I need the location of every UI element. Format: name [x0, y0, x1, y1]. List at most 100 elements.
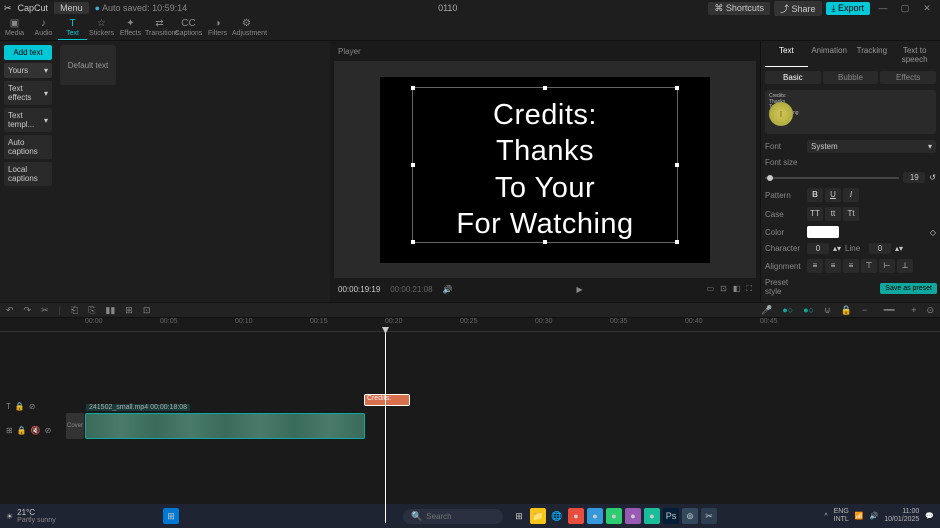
underline-button[interactable]: U — [825, 188, 841, 202]
player-canvas[interactable]: Credits: Thanks To Your For Watching — [334, 61, 756, 278]
share-button[interactable]: ⤴ Share — [774, 1, 822, 16]
split-button[interactable]: ✂ — [41, 305, 49, 316]
mic-icon[interactable]: 🎤 — [761, 305, 772, 316]
zoom-button[interactable]: ⊞ — [125, 305, 133, 316]
playhead[interactable] — [385, 332, 386, 523]
app-icon[interactable]: ● — [644, 508, 660, 524]
magnet-icon[interactable]: ⊍ — [824, 305, 831, 316]
side-yours[interactable]: Yours▾ — [4, 63, 52, 78]
wifi-icon[interactable]: 📶 — [855, 512, 864, 520]
tab-transitions[interactable]: ⇄Transitions — [145, 16, 174, 40]
add-text-button[interactable]: Add text — [4, 45, 52, 60]
align-right-button[interactable]: ≡ — [843, 259, 859, 273]
rp-tab-text[interactable]: Text — [765, 43, 808, 67]
tab-media[interactable]: ▣Media — [0, 16, 29, 40]
fit-button[interactable]: ⊙ — [926, 305, 934, 316]
toggle1-icon[interactable]: ●○ — [782, 305, 793, 315]
shortcuts-button[interactable]: ⌘ Shortcuts — [708, 2, 770, 15]
timeline-ruler[interactable]: 00:00 00:05 00:10 00:15 00:20 00:25 00:3… — [0, 318, 940, 332]
app-icon[interactable]: ● — [606, 508, 622, 524]
save-preset-button[interactable]: Save as preset — [880, 283, 937, 294]
zoom-in-button[interactable]: + — [911, 305, 916, 315]
stepper-icon[interactable]: ▴▾ — [895, 244, 903, 253]
explorer-icon[interactable]: 📁 — [530, 508, 546, 524]
lock-icon[interactable]: 🔒 — [15, 402, 25, 411]
crop-icon[interactable]: ⊡ — [720, 284, 727, 294]
side-auto-captions[interactable]: Auto captions — [4, 135, 52, 159]
case-title-button[interactable]: Tt — [843, 207, 859, 221]
export-button[interactable]: ⤓ Export — [826, 2, 871, 15]
side-text-effects[interactable]: Text effects▾ — [4, 81, 52, 105]
zoom-out-button[interactable]: − — [862, 305, 867, 315]
align-bottom-button[interactable]: ⊥ — [897, 259, 913, 273]
side-local-captions[interactable]: Local captions — [4, 162, 52, 186]
tab-adjustment[interactable]: ⚙Adjustment — [232, 16, 261, 40]
default-text-tile[interactable]: Default text — [60, 45, 116, 85]
case-lower-button[interactable]: tt — [825, 207, 841, 221]
tab-filters[interactable]: ◑Filters — [203, 16, 232, 40]
tray-chevron-icon[interactable]: ^ — [824, 513, 827, 520]
align-left-button[interactable]: ≡ — [807, 259, 823, 273]
tab-effects[interactable]: ✦Effects — [116, 16, 145, 40]
taskview-icon[interactable]: ⊞ — [511, 508, 527, 524]
timeline[interactable]: 00:00 00:05 00:10 00:15 00:20 00:25 00:3… — [0, 318, 940, 523]
cover-button[interactable]: Cover — [66, 413, 84, 439]
text-preview[interactable]: Credits:Thanks To YourFor Watching I — [765, 90, 936, 134]
undo-button[interactable]: ↶ — [6, 305, 14, 316]
start-button[interactable]: ⊞ — [163, 508, 179, 524]
notifications-icon[interactable]: 💬 — [925, 512, 934, 520]
tab-text[interactable]: TText — [58, 16, 87, 40]
toggle2-icon[interactable]: ●○ — [803, 305, 814, 315]
rp-tab-tts[interactable]: Text to speech — [893, 43, 936, 67]
font-size-slider[interactable] — [765, 177, 899, 179]
next-frame-button[interactable]: ⎘ — [88, 305, 95, 316]
tab-stickers[interactable]: ☆Stickers — [87, 16, 116, 40]
close-button[interactable]: ✕ — [918, 3, 936, 14]
align-top-button[interactable]: ⊤ — [861, 259, 877, 273]
tab-audio[interactable]: ♪Audio — [29, 16, 58, 40]
align-middle-button[interactable]: ⊢ — [879, 259, 895, 273]
video-clip[interactable]: 241502_small.mp4 00:00:18:08 — [85, 413, 365, 439]
rp-sub-bubble[interactable]: Bubble — [823, 71, 879, 84]
bold-button[interactable]: B — [807, 188, 823, 202]
ratio-icon[interactable]: ▭ — [707, 284, 715, 294]
minimize-button[interactable]: — — [874, 3, 892, 13]
redo-button[interactable]: ↷ — [24, 305, 32, 316]
volume-icon[interactable]: 🔊 — [870, 512, 879, 520]
compare-icon[interactable]: ◧ — [733, 284, 741, 294]
delete-button[interactable]: ⊡ — [143, 305, 151, 316]
obs-icon[interactable]: ⊚ — [682, 508, 698, 524]
case-upper-button[interactable]: TT — [807, 207, 823, 221]
volume-icon[interactable]: 🔊 — [443, 285, 453, 294]
play-button[interactable]: ▶ — [576, 285, 582, 294]
menu-button[interactable]: Menu — [54, 2, 89, 14]
font-size-value[interactable]: 19 — [903, 172, 925, 183]
prev-frame-button[interactable]: ⎗ — [71, 305, 78, 316]
weather-widget[interactable]: ☀ 21°CPartly sunny — [6, 508, 56, 524]
font-select[interactable]: System▾ — [807, 140, 936, 153]
line-value[interactable]: 0 — [869, 243, 891, 254]
character-value[interactable]: 0 — [807, 243, 829, 254]
lock-icon[interactable]: 🔒 — [841, 305, 852, 316]
rp-sub-basic[interactable]: Basic — [765, 71, 821, 84]
italic-button[interactable]: I — [843, 188, 859, 202]
marker-button[interactable]: ▮▮ — [105, 305, 115, 316]
taskbar-search[interactable]: 🔍 — [403, 509, 503, 524]
fullscreen-icon[interactable]: ⛶ — [746, 284, 752, 294]
rp-tab-animation[interactable]: Animation — [808, 43, 851, 67]
search-input[interactable] — [426, 512, 496, 521]
rp-tab-tracking[interactable]: Tracking — [851, 43, 894, 67]
lock-icon[interactable]: 🔒 — [17, 426, 27, 435]
selection-box[interactable] — [412, 87, 678, 243]
capcut-icon[interactable]: ✂ — [701, 508, 717, 524]
side-text-templates[interactable]: Text templ...▾ — [4, 108, 52, 132]
reset-icon[interactable]: ↺ — [929, 173, 936, 182]
clock[interactable]: 11:0010/01/2025 — [884, 508, 919, 523]
keyframe-icon[interactable]: ◇ — [930, 228, 936, 237]
photoshop-icon[interactable]: Ps — [663, 508, 679, 524]
language-indicator[interactable]: ENGINTL — [834, 508, 849, 523]
app-icon[interactable]: ● — [568, 508, 584, 524]
color-swatch[interactable] — [807, 226, 839, 238]
app-icon[interactable]: ● — [625, 508, 641, 524]
app-icon[interactable]: ● — [587, 508, 603, 524]
